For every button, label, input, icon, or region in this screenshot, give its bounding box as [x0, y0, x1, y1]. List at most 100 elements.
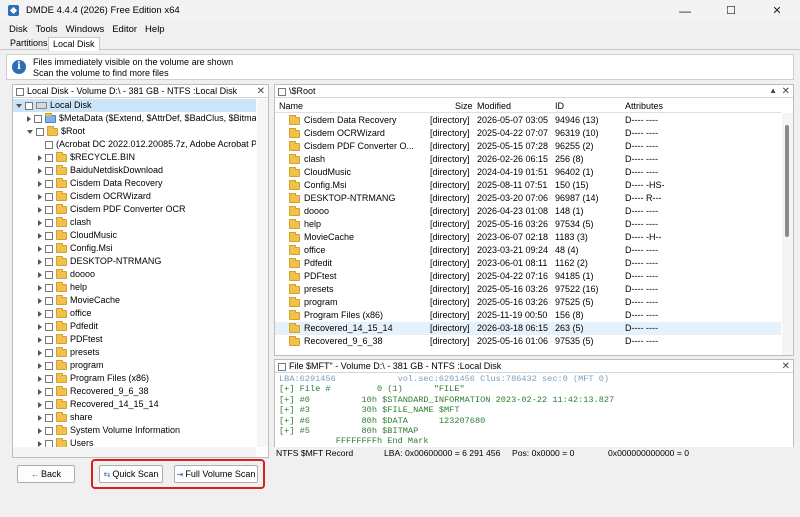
tree-item[interactable]: Recovered_14_15_14 [13, 398, 256, 411]
expand-arrow-icon[interactable] [38, 219, 42, 226]
file-row[interactable]: Cisdem Data Recovery [directory] 2026-05-0… [275, 114, 781, 127]
tree-item-checkbox[interactable] [45, 374, 53, 383]
tree-item[interactable]: Recovered_9_6_38 [13, 385, 256, 398]
collapse-arrow-icon[interactable] [16, 103, 22, 108]
file-row[interactable]: Config.Msi [directory] 2025-08-11 07:51 150… [275, 179, 781, 192]
tree-item[interactable]: MovieCache [13, 294, 256, 307]
close-icon[interactable]: ✕ [782, 86, 790, 98]
tree-item[interactable]: BaiduNetdiskDownload [13, 164, 256, 177]
file-row[interactable]: Program Files (x86) [directory] 2025-11-19… [275, 309, 781, 322]
file-row[interactable]: help [directory] 2025-05-16 03:26 97534 (5)… [275, 218, 781, 231]
column-size[interactable]: Size [455, 99, 473, 113]
file-row[interactable]: Cisdem PDF Converter O... [directory] 2025… [275, 140, 781, 153]
tree-item[interactable]: program [13, 359, 256, 372]
tree-item-checkbox[interactable] [45, 322, 53, 331]
tree-item-checkbox[interactable] [45, 270, 53, 279]
tree-item[interactable]: (Acrobat DC 2022.012.20085.7z, Adobe Acr… [13, 138, 256, 151]
file-row[interactable]: presets [directory] 2025-05-16 03:26 97522 … [275, 283, 781, 296]
menu-windows[interactable]: Windows [62, 22, 109, 37]
expand-arrow-icon[interactable] [38, 297, 42, 304]
tree-item[interactable]: CloudMusic [13, 229, 256, 242]
tree-item-checkbox[interactable] [45, 387, 53, 396]
expand-arrow-icon[interactable] [38, 284, 42, 291]
list-select-all-checkbox[interactable] [278, 87, 286, 96]
back-button[interactable]: ← Back [17, 465, 75, 483]
tree-item-checkbox[interactable] [45, 348, 53, 357]
tree-item[interactable]: $Root [13, 125, 256, 138]
tree-item-checkbox[interactable] [45, 426, 53, 435]
file-row[interactable]: doooo [directory] 2026-04-23 01:08 148 (1) D… [275, 205, 781, 218]
file-row[interactable]: Recovered_9_6_38 [directory] 2025-05-16 01… [275, 335, 781, 348]
file-row[interactable]: PDFtest [directory] 2025-04-22 07:16 94185 … [275, 270, 781, 283]
column-attributes[interactable]: Attributes [625, 99, 663, 113]
tree-item-checkbox[interactable] [45, 192, 53, 201]
file-row[interactable]: Recovered_14_15_14 [directory] 2026-03-18 … [275, 322, 781, 335]
expand-arrow-icon[interactable] [38, 375, 42, 382]
column-name[interactable]: Name [279, 99, 303, 113]
tab-partitions[interactable]: Partitions [6, 37, 52, 50]
tree-item-checkbox[interactable] [45, 257, 53, 266]
expand-arrow-icon[interactable] [38, 388, 42, 395]
tree-item-checkbox[interactable] [45, 309, 53, 318]
expand-arrow-icon[interactable] [38, 180, 42, 187]
expand-arrow-icon[interactable] [38, 440, 42, 447]
tree-item-checkbox[interactable] [45, 153, 53, 162]
file-row[interactable]: program [directory] 2025-05-16 03:26 97525 … [275, 296, 781, 309]
tab-local-disk[interactable]: Local Disk [48, 37, 100, 51]
maximize-button[interactable]: ☐ [708, 0, 754, 22]
tree-vertical-scrollbar[interactable] [257, 99, 268, 447]
tree-horizontal-scrollbar[interactable] [13, 447, 256, 457]
tree-item-checkbox[interactable] [45, 400, 53, 409]
tree-item-checkbox[interactable] [45, 413, 53, 422]
expand-arrow-icon[interactable] [38, 362, 42, 369]
minimize-button[interactable]: — [662, 0, 708, 22]
tree-item[interactable]: Config.Msi [13, 242, 256, 255]
expand-arrow-icon[interactable] [38, 271, 42, 278]
tree-item-checkbox[interactable] [45, 231, 53, 240]
close-icon[interactable]: ✕ [782, 361, 790, 373]
record-content[interactable]: LBA:6291456 vol.sec:6291456 Clus:786432 … [279, 374, 789, 456]
tree-item-checkbox[interactable] [45, 205, 53, 214]
record-checkbox[interactable] [278, 362, 286, 371]
expand-arrow-icon[interactable] [38, 414, 42, 421]
tree-item-checkbox[interactable] [45, 439, 53, 447]
tree-item[interactable]: Pdfedit [13, 320, 256, 333]
tree-item-checkbox[interactable] [45, 244, 53, 253]
expand-arrow-icon[interactable] [38, 401, 42, 408]
tree-item[interactable]: $RECYCLE.BIN [13, 151, 256, 164]
tree-item-checkbox[interactable] [45, 179, 53, 188]
list-scroll-thumb[interactable] [785, 125, 789, 237]
expand-arrow-icon[interactable] [38, 167, 42, 174]
expand-arrow-icon[interactable] [27, 115, 31, 122]
menu-editor[interactable]: Editor [108, 22, 141, 37]
expand-arrow-icon[interactable] [38, 323, 42, 330]
file-row[interactable]: Pdfedit [directory] 2023-06-01 08:11 1162 (… [275, 257, 781, 270]
tree-item[interactable]: Users [13, 437, 256, 447]
tree-item-checkbox[interactable] [45, 140, 53, 149]
expand-arrow-icon[interactable] [38, 245, 42, 252]
tree-item[interactable]: Cisdem OCRWizard [13, 190, 256, 203]
tree-item-checkbox[interactable] [45, 218, 53, 227]
tree-item[interactable]: Cisdem Data Recovery [13, 177, 256, 190]
tree-item-checkbox[interactable] [25, 101, 33, 110]
menu-help[interactable]: Help [141, 22, 169, 37]
expand-arrow-icon[interactable] [38, 193, 42, 200]
tree-item[interactable]: DESKTOP-NTRMANG [13, 255, 256, 268]
full-volume-scan-button[interactable]: ⇥ Full Volume Scan [174, 465, 258, 483]
menu-disk[interactable]: Disk [0, 22, 31, 37]
maximize-icon[interactable]: ▲ [769, 85, 777, 97]
tree-item-checkbox[interactable] [45, 283, 53, 292]
tree-item[interactable]: share [13, 411, 256, 424]
tree-item-checkbox[interactable] [45, 296, 53, 305]
tree-item[interactable]: Local Disk [13, 99, 256, 112]
tree-item[interactable]: presets [13, 346, 256, 359]
tree-select-all-checkbox[interactable] [16, 87, 24, 96]
file-row[interactable]: DESKTOP-NTRMANG [directory] 2025-03-20 07:… [275, 192, 781, 205]
expand-arrow-icon[interactable] [38, 206, 42, 213]
expand-arrow-icon[interactable] [38, 349, 42, 356]
tree-item[interactable]: clash [13, 216, 256, 229]
expand-arrow-icon[interactable] [38, 427, 42, 434]
tree-item-checkbox[interactable] [45, 361, 53, 370]
tree-item-checkbox[interactable] [45, 335, 53, 344]
tree-item-checkbox[interactable] [36, 127, 44, 136]
